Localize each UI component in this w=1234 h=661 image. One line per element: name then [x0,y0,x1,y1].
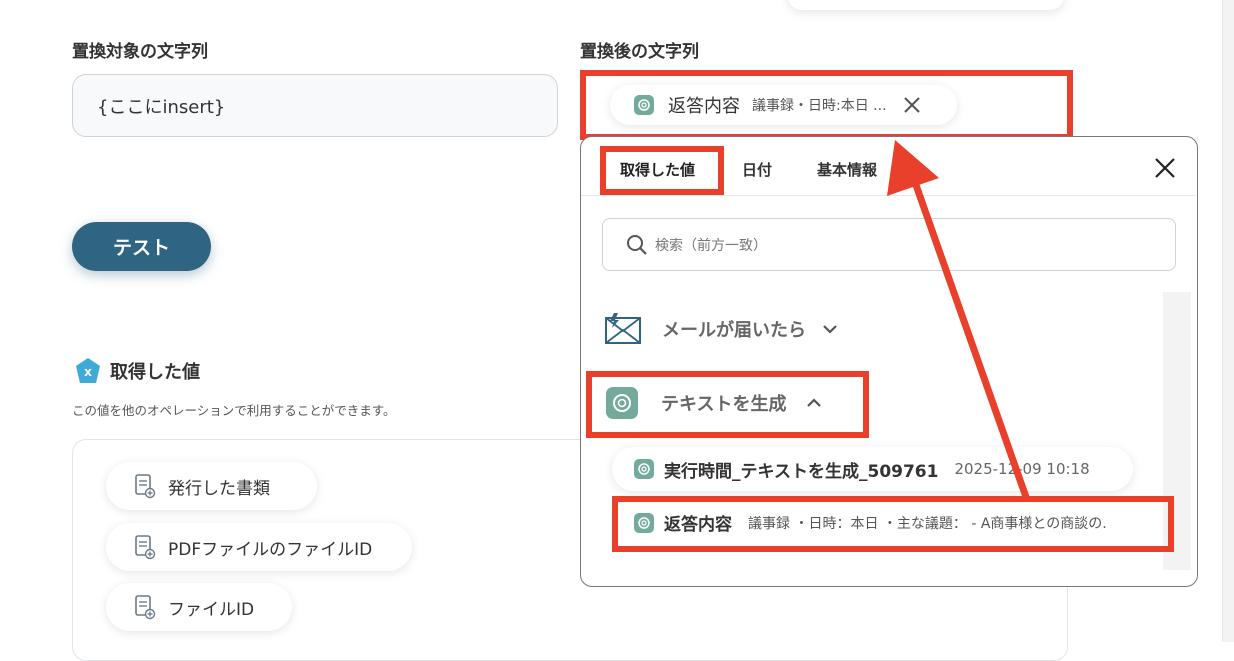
document-icon [135,535,156,560]
tab-label: 日付 [742,161,773,179]
acquired-values-header: x 取得した値 [74,357,200,385]
page-edge-divider [1222,0,1234,642]
section-title: メールが届いたら [662,320,806,341]
list-item-execution-time[interactable]: 実行時間_テキストを生成_509761 2025-12-09 10:18 [612,447,1133,491]
output-item-pdf-file-id[interactable]: PDFファイルのファイルID [106,523,412,571]
svg-text:x: x [84,365,92,379]
openai-icon [634,459,654,479]
output-item-label: PDFファイルのファイルID [168,539,373,560]
highlight-box-response-item [612,496,1174,552]
target-string-input[interactable]: {ここにinsert} [72,74,558,137]
search-input[interactable]: 検索（前方一致） [602,218,1176,271]
panel-close-icon[interactable] [1154,157,1176,179]
section-mail-received[interactable]: メールが届いたら [604,312,838,346]
highlight-box-response-chip [580,70,1073,140]
list-item-title: 実行時間_テキストを生成_509761 [664,461,939,482]
variable-badge-icon: x [76,358,100,383]
acquired-values-title: 取得した値 [110,362,200,383]
target-string-label: 置換対象の文字列 [72,42,208,62]
output-item-issued-document[interactable]: 発行した書類 [106,462,317,510]
document-icon [135,474,156,499]
top-floating-card [788,0,1064,10]
output-item-label: ファイルID [168,599,255,620]
tab-date[interactable]: 日付 [742,159,772,180]
output-item-file-id[interactable]: ファイルID [106,583,292,631]
output-item-label: 発行した書類 [168,478,270,499]
mail-icon [605,313,641,344]
test-button[interactable]: テスト [72,222,211,271]
highlight-box-section [586,371,869,438]
target-string-value: {ここにinsert} [97,96,226,118]
search-icon [627,234,647,255]
list-item-value: 2025-12-09 10:18 [954,460,1090,478]
test-button-label: テスト [112,237,170,259]
highlight-box-tab [600,146,724,195]
tab-basic-info[interactable]: 基本情報 [817,159,877,180]
replaced-string-label: 置換後の文字列 [580,42,699,62]
search-placeholder: 検索（前方一致） [655,237,767,254]
document-icon [135,595,156,620]
chevron-down-icon [823,325,837,334]
tab-divider [581,195,1196,196]
tab-label: 基本情報 [817,161,878,179]
acquired-values-description: この値を他のオペレーションで利用することができます。 [72,403,396,418]
